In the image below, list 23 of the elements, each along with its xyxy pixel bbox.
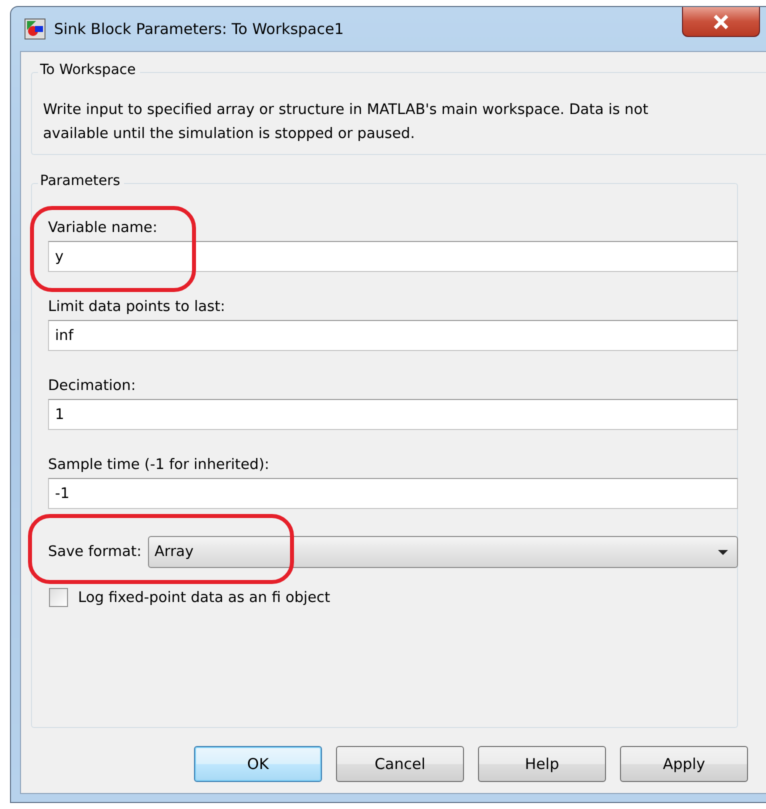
- block-icon: [24, 18, 46, 40]
- window-title: Sink Block Parameters: To Workspace1: [54, 20, 344, 38]
- group-title: To Workspace: [38, 62, 140, 78]
- dialog-button[interactable]: OK: [194, 746, 322, 782]
- checkbox[interactable]: [49, 588, 68, 607]
- dialog-button[interactable]: Apply: [620, 746, 748, 782]
- field-label: Save format:: [48, 544, 142, 560]
- field-label: Variable name:: [48, 220, 158, 236]
- input-field[interactable]: 1: [48, 399, 738, 430]
- input-field[interactable]: y: [48, 241, 738, 272]
- caret-icon: [717, 548, 729, 556]
- save-format-dropdown[interactable]: Array: [148, 536, 738, 568]
- description-text: Write input to specified array or structure in MATLAB's main workspace. Data is not available until the simulation is stopped or paused.: [42, 101, 650, 144]
- checkbox-label: Log fixed-point data as an fi object: [78, 590, 330, 606]
- dialog-button[interactable]: Cancel: [336, 746, 464, 782]
- close-button[interactable]: [682, 7, 760, 37]
- field-label: Limit data points to last:: [48, 299, 226, 315]
- dialog-button[interactable]: Help: [478, 746, 606, 782]
- input-field[interactable]: inf: [48, 320, 738, 351]
- input-field[interactable]: -1: [48, 478, 738, 509]
- field-label: Decimation:: [48, 378, 137, 394]
- field-label: Sample time (-1 for inherited):: [48, 457, 270, 473]
- close-icon: [711, 14, 731, 30]
